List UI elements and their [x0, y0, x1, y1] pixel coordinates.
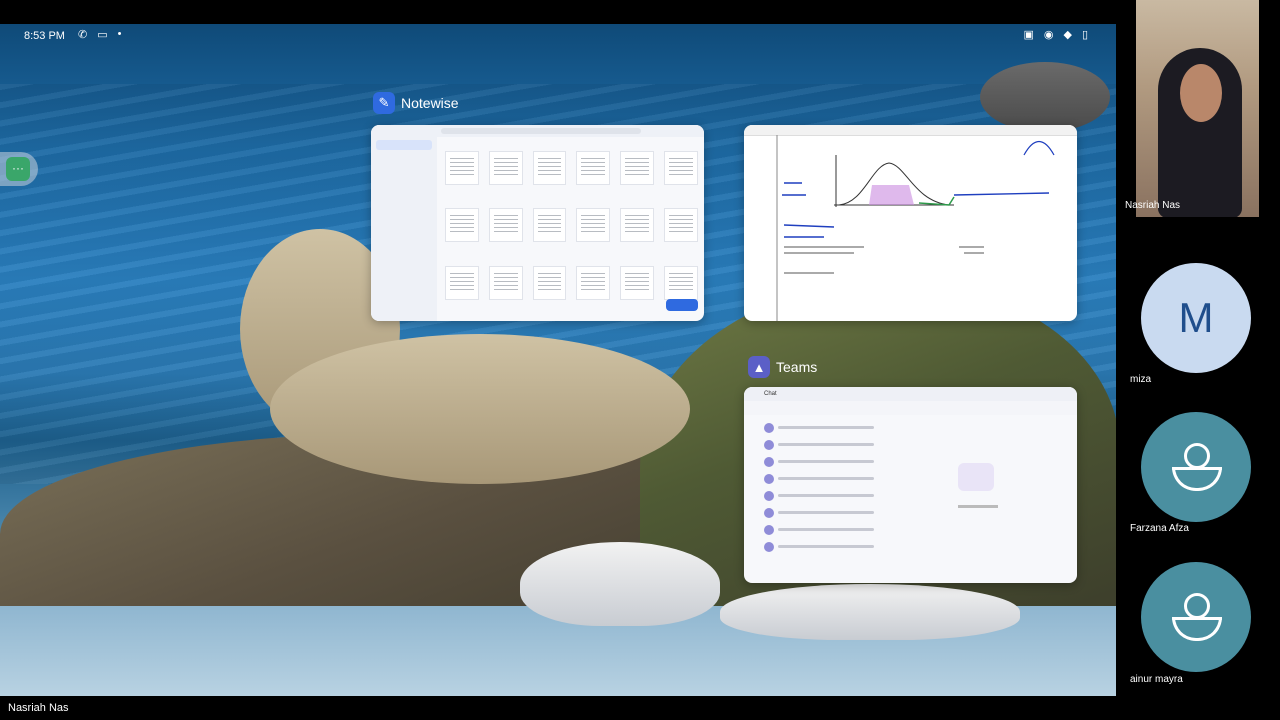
notebook-thumbnail[interactable]: [620, 265, 655, 300]
teams-chat-list: [764, 421, 874, 557]
cast-icon: ▣: [1023, 29, 1034, 41]
participant-avatar[interactable]: [1141, 562, 1251, 672]
chat-list-item[interactable]: [764, 540, 874, 553]
more-apps-icon[interactable]: ···: [6, 157, 30, 181]
wifi-icon: ◆: [1063, 29, 1072, 41]
sidebar-item[interactable]: [376, 179, 432, 189]
status-right-icons: ▣ ◉ ◆ ▯: [1023, 28, 1088, 41]
status-time: 8:53 PM: [24, 30, 65, 42]
location-icon: ◉: [1043, 29, 1054, 41]
notebook-thumbnail[interactable]: [576, 151, 611, 185]
participant-avatar[interactable]: [1141, 412, 1251, 522]
avatar: [764, 490, 774, 501]
background-gull-2: [720, 584, 1020, 640]
avatar: [764, 456, 774, 467]
chat-list-item[interactable]: [764, 489, 874, 502]
video-call-icon: ▭: [97, 29, 108, 41]
status-bar: 8:53 PM ✆ ▭ • ▣ ◉ ◆ ▯: [0, 24, 1116, 46]
notebook-thumbnail[interactable]: [445, 265, 479, 300]
note-page-window[interactable]: [744, 125, 1077, 321]
teams-app-label[interactable]: ▲ Teams: [748, 356, 817, 378]
notebook-thumbnail[interactable]: [664, 151, 698, 185]
notebook-thumbnail[interactable]: [445, 208, 479, 243]
notebook-thumbnail[interactable]: [532, 151, 567, 185]
avatar: [764, 541, 774, 552]
notebook-thumbnail[interactable]: [620, 208, 655, 243]
notewise-app-icon: ✎: [373, 92, 395, 114]
participant-video-tile[interactable]: [1136, 0, 1259, 217]
teams-app-icon: ▲: [748, 356, 770, 378]
dot-icon: •: [117, 28, 122, 40]
handwritten-notes-drawing: [776, 135, 1055, 321]
shared-screen: 8:53 PM ✆ ▭ • ▣ ◉ ◆ ▯ ··· ✎ Notewise ▲ T…: [0, 24, 1116, 696]
background-gull-1: [520, 542, 720, 626]
teams-title: Teams: [776, 359, 818, 375]
notebook-thumbnail[interactable]: [488, 265, 523, 300]
status-left-icons: ✆ ▭ •: [78, 28, 121, 41]
person-icon: [1168, 439, 1224, 495]
chat-list-item[interactable]: [764, 438, 874, 451]
chat-list-item[interactable]: [764, 506, 874, 519]
notebook-thumbnail[interactable]: [620, 151, 655, 185]
chat-list-item[interactable]: [764, 421, 874, 434]
battery-icon: ▯: [1081, 29, 1088, 41]
search-input[interactable]: [441, 128, 641, 134]
teams-window[interactable]: Chat: [744, 387, 1077, 583]
chat-list-item[interactable]: [764, 523, 874, 536]
participant-video-face: [1180, 64, 1222, 122]
chat-list-item[interactable]: [764, 472, 874, 485]
background-seal-2: [270, 334, 690, 484]
avatar-initial: M: [1178, 294, 1214, 341]
person-icon: [1168, 589, 1224, 645]
avatar: [764, 473, 774, 484]
teams-chat-header: Chat: [744, 387, 1077, 401]
notebook-thumbnail[interactable]: [532, 208, 567, 243]
participant-name: Farzana Afza: [1130, 523, 1189, 534]
notewise-sidebar: [371, 137, 437, 321]
phone-icon: ✆: [78, 29, 88, 41]
empty-state-text: [958, 505, 998, 508]
side-app-dock[interactable]: ···: [0, 152, 38, 186]
note-canvas[interactable]: [744, 135, 1077, 321]
notebook-thumbnail[interactable]: [576, 208, 611, 243]
notewise-notebook-grid: [445, 151, 698, 317]
participant-name: Nasriah Nas: [1125, 200, 1181, 211]
new-note-button[interactable]: [666, 299, 698, 311]
notebook-thumbnail[interactable]: [488, 151, 523, 185]
sidebar-item[interactable]: [376, 140, 432, 150]
avatar: [764, 439, 774, 450]
participant-avatar[interactable]: M: [1141, 263, 1251, 373]
teams-chat-tabs[interactable]: [744, 401, 1077, 415]
notewise-title: Notewise: [401, 95, 459, 111]
avatar: [764, 524, 774, 535]
notebook-thumbnail[interactable]: [488, 208, 523, 243]
participant-name: ainur mayra: [1130, 674, 1183, 685]
background-seal-3: [980, 62, 1110, 132]
notewise-search-bar[interactable]: [371, 125, 704, 137]
notebook-thumbnail[interactable]: [532, 265, 567, 300]
presenter-name: Nasriah Nas: [8, 702, 69, 714]
chat-list-item[interactable]: [764, 455, 874, 468]
notebook-thumbnail[interactable]: [445, 151, 479, 185]
sidebar-item[interactable]: [376, 166, 432, 176]
notebook-thumbnail[interactable]: [664, 265, 698, 300]
notebook-thumbnail[interactable]: [664, 208, 698, 243]
sidebar-item[interactable]: [376, 153, 432, 163]
empty-state-illustration: [958, 463, 994, 491]
participant-name: miza: [1130, 374, 1152, 385]
notebook-thumbnail[interactable]: [576, 265, 611, 300]
avatar: [764, 507, 774, 518]
notewise-window[interactable]: [371, 125, 704, 321]
notewise-app-label[interactable]: ✎ Notewise: [373, 92, 459, 114]
avatar: [764, 422, 774, 433]
